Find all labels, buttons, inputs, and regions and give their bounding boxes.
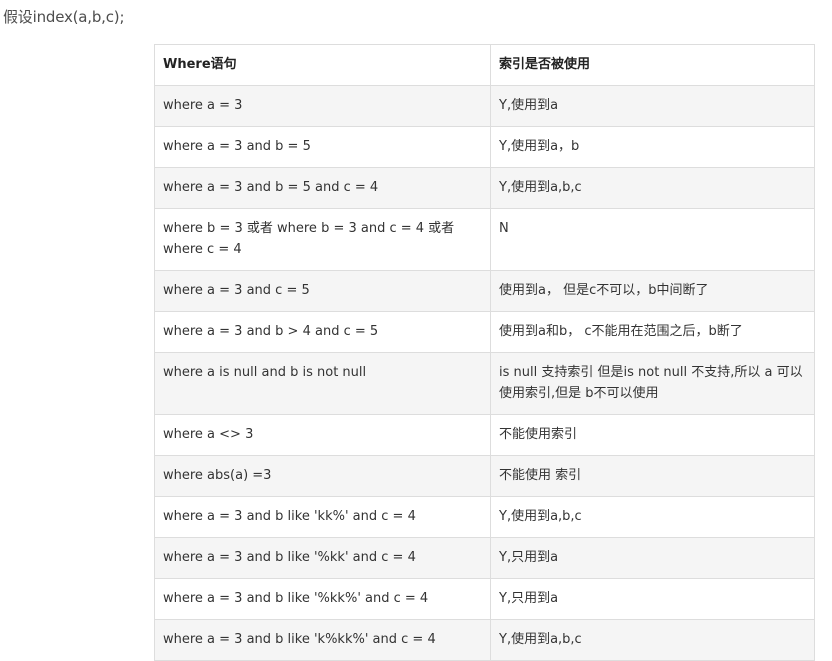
header-index-used: 索引是否被使用 [490, 44, 815, 86]
index-used-cell: 使用到a和b， c不能用在范围之后，b断了 [490, 311, 815, 353]
intro-text: 假设index(a,b,c); [3, 8, 125, 26]
where-clause-cell: where a = 3 and c = 5 [154, 270, 491, 312]
table-row: where a = 3 and b = 5 and c = 4 Y,使用到a,b… [154, 167, 815, 209]
index-used-cell: Y,只用到a [490, 578, 815, 620]
where-clause-cell: where a = 3 and b = 5 and c = 4 [154, 167, 491, 209]
where-clause-cell: where a = 3 and b like '%kk' and c = 4 [154, 537, 491, 579]
index-used-cell: 不能使用 索引 [490, 455, 815, 497]
index-used-cell: is null 支持索引 但是is not null 不支持,所以 a 可以使用… [490, 352, 815, 415]
index-used-cell: 使用到a， 但是c不可以，b中间断了 [490, 270, 815, 312]
index-used-cell: Y,使用到a，b [490, 126, 815, 168]
index-used-cell: Y,使用到a,b,c [490, 496, 815, 538]
table-row: where a = 3 and b like '%kk%' and c = 4 … [154, 578, 815, 620]
table-row: where a = 3 and c = 5 使用到a， 但是c不可以，b中间断了 [154, 270, 815, 312]
where-clause-cell: where a = 3 and b like 'k%kk%' and c = 4 [154, 619, 491, 661]
table-row: where a = 3 and b like '%kk' and c = 4 Y… [154, 537, 815, 579]
where-clause-cell: where b = 3 或者 where b = 3 and c = 4 或者 … [154, 208, 491, 271]
index-used-cell: 不能使用索引 [490, 414, 815, 456]
table-row: where abs(a) =3 不能使用 索引 [154, 455, 815, 497]
index-used-cell: Y,使用到a,b,c [490, 619, 815, 661]
index-used-cell: Y,只用到a [490, 537, 815, 579]
table-row: where b = 3 或者 where b = 3 and c = 4 或者 … [154, 208, 815, 271]
table-row: where a = 3 and b > 4 and c = 5 使用到a和b， … [154, 311, 815, 353]
index-used-cell: Y,使用到a [490, 85, 815, 127]
index-usage-table: Where语句 索引是否被使用 where a = 3 Y,使用到a where… [154, 44, 815, 661]
table-row: where a <> 3 不能使用索引 [154, 414, 815, 456]
where-clause-cell: where a = 3 and b like '%kk%' and c = 4 [154, 578, 491, 620]
where-clause-cell: where a = 3 and b = 5 [154, 126, 491, 168]
table-row: where a = 3 and b like 'kk%' and c = 4 Y… [154, 496, 815, 538]
table-row: where a is null and b is not null is nul… [154, 352, 815, 415]
where-clause-cell: where abs(a) =3 [154, 455, 491, 497]
where-clause-cell: where a <> 3 [154, 414, 491, 456]
table-row: where a = 3 and b = 5 Y,使用到a，b [154, 126, 815, 168]
index-used-cell: Y,使用到a,b,c [490, 167, 815, 209]
table-header-row: Where语句 索引是否被使用 [154, 44, 815, 86]
header-where-clause: Where语句 [154, 44, 491, 86]
where-clause-cell: where a = 3 and b > 4 and c = 5 [154, 311, 491, 353]
index-used-cell: N [490, 208, 815, 271]
table-row: where a = 3 and b like 'k%kk%' and c = 4… [154, 619, 815, 661]
where-clause-cell: where a = 3 [154, 85, 491, 127]
table-row: where a = 3 Y,使用到a [154, 85, 815, 127]
where-clause-cell: where a = 3 and b like 'kk%' and c = 4 [154, 496, 491, 538]
where-clause-cell: where a is null and b is not null [154, 352, 491, 415]
